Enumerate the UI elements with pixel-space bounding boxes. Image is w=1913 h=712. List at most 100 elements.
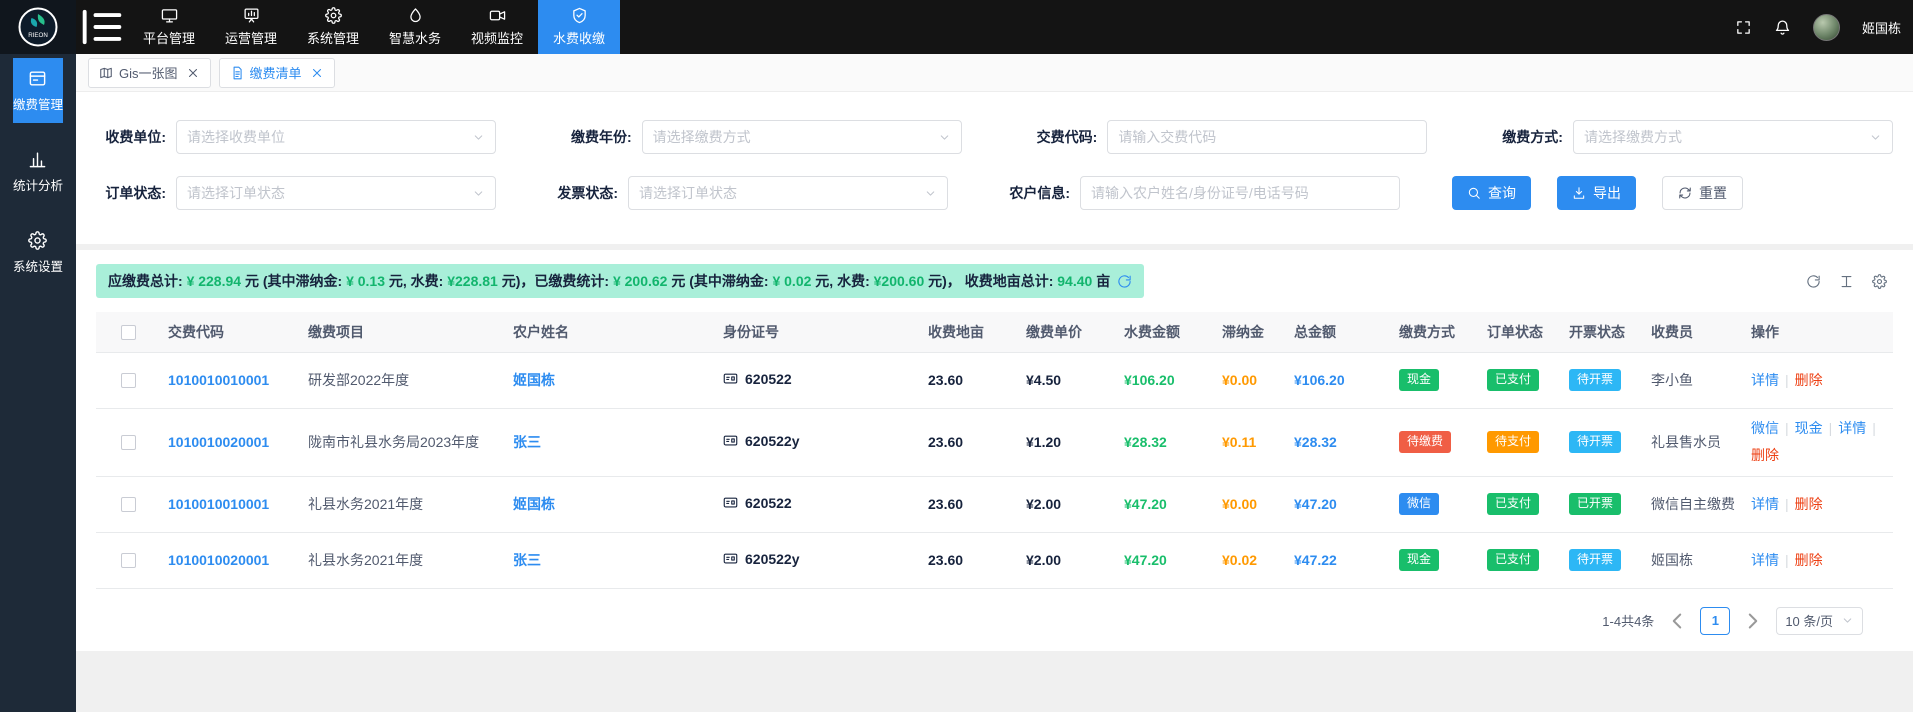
gear-icon bbox=[325, 7, 342, 24]
action-link[interactable]: 删除 bbox=[1795, 372, 1823, 388]
order-status-select[interactable]: 请选择订单状态 bbox=[176, 176, 496, 210]
project-name: 礼县水务2021年度 bbox=[308, 496, 423, 512]
collector-name: 李小鱼 bbox=[1651, 372, 1693, 388]
search-button[interactable]: 查询 bbox=[1452, 176, 1531, 210]
status-badge: 现金 bbox=[1399, 369, 1439, 391]
tab-payment-list[interactable]: 缴费清单 bbox=[219, 58, 335, 88]
action-link[interactable]: 详情 bbox=[1838, 420, 1866, 436]
collector-name: 礼县售水员 bbox=[1651, 434, 1721, 450]
action-link[interactable]: 删除 bbox=[1751, 447, 1779, 463]
prev-page-button[interactable] bbox=[1664, 607, 1690, 635]
pagination: 1-4共4条 1 10 条/页 bbox=[96, 607, 1893, 635]
total-amount: ¥28.32 bbox=[1294, 434, 1337, 450]
topnav-item-3[interactable]: 智慧水务 bbox=[374, 0, 456, 54]
filter-label: 订单状态: bbox=[96, 183, 166, 203]
farmer-name-link[interactable]: 张三 bbox=[513, 552, 541, 568]
refresh-icon[interactable] bbox=[1117, 274, 1132, 289]
collector-name: 姬国栋 bbox=[1651, 552, 1693, 568]
table-tool-icons bbox=[1806, 274, 1893, 289]
video-camera-icon bbox=[489, 7, 506, 24]
close-icon[interactable] bbox=[310, 66, 324, 80]
late-fee: ¥0.00 bbox=[1222, 372, 1257, 388]
farmer-name-link[interactable]: 姬国栋 bbox=[513, 496, 555, 512]
action-separator: | bbox=[1785, 420, 1789, 436]
area-value: 23.60 bbox=[928, 434, 963, 450]
status-badge: 已支付 bbox=[1487, 549, 1539, 571]
summary-segment: 元, 水费: bbox=[811, 271, 873, 291]
topnav-item-4[interactable]: 视频监控 bbox=[456, 0, 538, 54]
tab-gis-map[interactable]: Gis一张图 bbox=[88, 58, 211, 88]
farmer-name-link[interactable]: 张三 bbox=[513, 434, 541, 450]
payment-year-select[interactable]: 请选择缴费方式 bbox=[642, 120, 962, 154]
late-fee: ¥0.00 bbox=[1222, 496, 1257, 512]
fullscreen-icon[interactable] bbox=[1735, 19, 1752, 36]
gear-icon[interactable] bbox=[1872, 274, 1887, 289]
topnav-item-0[interactable]: 平台管理 bbox=[128, 0, 210, 54]
payment-table: 交费代码缴费项目农户姓名身份证号收费地亩缴费单价水费金额滞纳金总金额缴费方式订单… bbox=[96, 312, 1893, 589]
action-link[interactable]: 详情 bbox=[1751, 496, 1779, 512]
action-link[interactable]: 微信 bbox=[1751, 420, 1779, 436]
row-checkbox[interactable] bbox=[121, 435, 136, 450]
farmer-info-input[interactable] bbox=[1080, 176, 1400, 210]
payment-code-input[interactable] bbox=[1107, 120, 1427, 154]
summary-segment: ¥200.60 bbox=[874, 273, 925, 289]
reset-button[interactable]: 重置 bbox=[1662, 176, 1743, 210]
sidebar-item-2[interactable]: 系统设置 bbox=[13, 220, 63, 285]
action-link[interactable]: 删除 bbox=[1795, 496, 1823, 512]
collapse-menu-icon[interactable] bbox=[76, 0, 128, 54]
filter-label: 缴费方式: bbox=[1493, 127, 1563, 147]
topnav-item-1[interactable]: 运营管理 bbox=[210, 0, 292, 54]
summary-segment: 应缴费总计: bbox=[108, 271, 187, 291]
payment-code-link[interactable]: 1010010020001 bbox=[168, 434, 269, 450]
row-checkbox[interactable] bbox=[121, 553, 136, 568]
farmer-name-link[interactable]: 姬国栋 bbox=[513, 372, 555, 388]
summary-segment: (其中滞纳金: bbox=[263, 271, 346, 291]
export-button[interactable]: 导出 bbox=[1557, 176, 1636, 210]
avatar[interactable] bbox=[1813, 14, 1840, 41]
action-link[interactable]: 详情 bbox=[1751, 552, 1779, 568]
summary-segment: 收费地亩总计: bbox=[961, 271, 1057, 291]
topnav-item-5[interactable]: 水费收缴 bbox=[538, 0, 620, 54]
sidebar-item-0[interactable]: 缴费管理 bbox=[13, 58, 63, 123]
select-placeholder: 请选择订单状态 bbox=[639, 183, 737, 203]
payment-method-select[interactable]: 请选择缴费方式 bbox=[1573, 120, 1893, 154]
payment-code-link[interactable]: 1010010010001 bbox=[168, 496, 269, 512]
filter-panel: 收费单位:请选择收费单位缴费年份:请选择缴费方式交费代码:缴费方式:请选择缴费方… bbox=[76, 92, 1913, 244]
select-placeholder: 请选择缴费方式 bbox=[1584, 127, 1682, 147]
topnav-item-label: 系统管理 bbox=[307, 28, 359, 47]
row-checkbox[interactable] bbox=[121, 497, 136, 512]
action-link[interactable]: 现金 bbox=[1795, 420, 1823, 436]
filter-label: 发票状态: bbox=[548, 183, 618, 203]
payment-code-link[interactable]: 1010010010001 bbox=[168, 372, 269, 388]
chevron-down-icon bbox=[472, 131, 485, 144]
status-badge: 已开票 bbox=[1569, 493, 1621, 515]
water-fee: ¥47.20 bbox=[1124, 496, 1167, 512]
topnav-item-label: 视频监控 bbox=[471, 28, 523, 47]
column-height-icon[interactable] bbox=[1839, 274, 1854, 289]
select-all-checkbox[interactable] bbox=[121, 325, 136, 340]
status-badge: 已支付 bbox=[1487, 369, 1539, 391]
action-link[interactable]: 详情 bbox=[1751, 372, 1779, 388]
svg-text:RIEON: RIEON bbox=[28, 32, 48, 39]
close-icon[interactable] bbox=[186, 66, 200, 80]
current-page[interactable]: 1 bbox=[1700, 607, 1730, 635]
page-size-select[interactable]: 10 条/页 bbox=[1776, 607, 1863, 635]
charge-unit-select[interactable]: 请选择收费单位 bbox=[176, 120, 496, 154]
topnav-item-2[interactable]: 系统管理 bbox=[292, 0, 374, 54]
sidebar-item-1[interactable]: 统计分析 bbox=[13, 139, 63, 204]
action-separator: | bbox=[1785, 496, 1789, 512]
bell-icon[interactable] bbox=[1774, 19, 1791, 36]
action-separator: | bbox=[1785, 372, 1789, 388]
row-checkbox[interactable] bbox=[121, 373, 136, 388]
invoice-status-select[interactable]: 请选择订单状态 bbox=[628, 176, 948, 210]
next-page-button[interactable] bbox=[1740, 607, 1766, 635]
action-link[interactable]: 删除 bbox=[1795, 552, 1823, 568]
unit-price: ¥2.00 bbox=[1026, 496, 1061, 512]
top-navigation: 平台管理运营管理 系统管理智慧水务视频监控水费收缴 bbox=[128, 0, 620, 54]
download-icon bbox=[1572, 186, 1586, 200]
column-header: 身份证号 bbox=[715, 312, 920, 352]
topnav-item-label: 运营管理 bbox=[225, 28, 277, 47]
payment-code-link[interactable]: 1010010020001 bbox=[168, 552, 269, 568]
column-header: 总金额 bbox=[1286, 312, 1391, 352]
refresh-icon[interactable] bbox=[1806, 274, 1821, 289]
